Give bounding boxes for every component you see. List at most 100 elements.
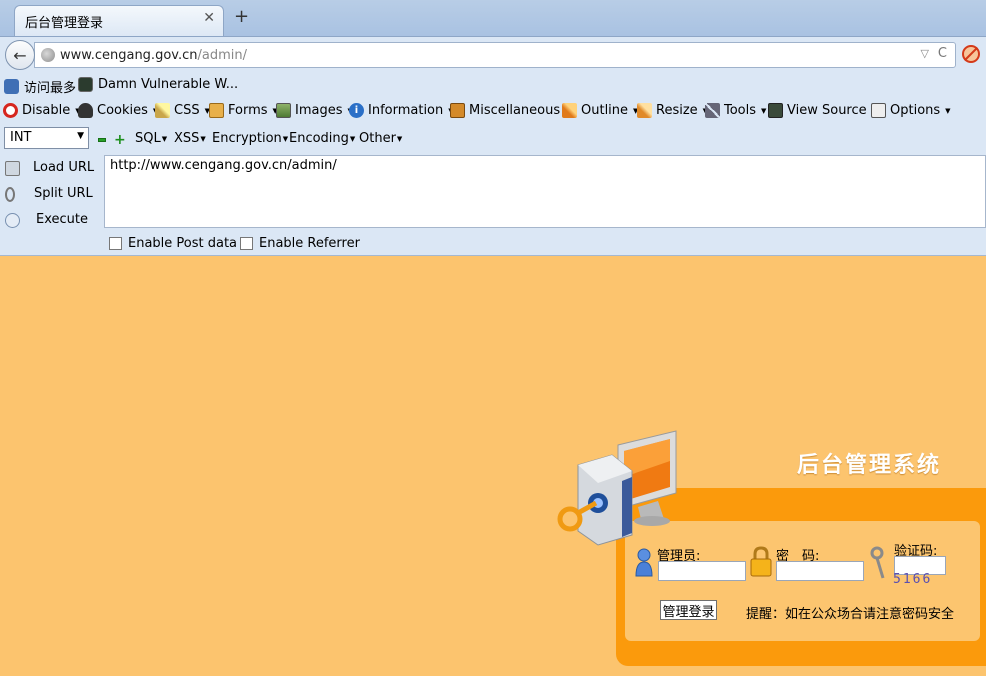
- checkbox-label: Enable Post data: [128, 236, 238, 251]
- menu-label: Images: [295, 103, 343, 118]
- disable-icon: [3, 103, 18, 118]
- nav-bar: www.cengang.gov.cn/admin/ ▽ C ←: [0, 36, 986, 72]
- most-visited-icon: [4, 79, 19, 94]
- menu-view-source[interactable]: View Source▼: [768, 103, 877, 118]
- menu-resize[interactable]: Resize▼: [637, 103, 708, 118]
- menu-other[interactable]: Other▼: [359, 131, 402, 146]
- menu-label: View Source: [787, 103, 867, 118]
- menu-miscellaneous[interactable]: Miscellaneous▼: [450, 103, 571, 118]
- menu-label: Miscellaneous: [469, 103, 561, 118]
- noscript-icon[interactable]: [962, 45, 980, 63]
- menu-label: Cookies: [97, 103, 148, 118]
- menu-encryption[interactable]: Encryption▼: [212, 131, 288, 146]
- outline-icon: [562, 103, 577, 118]
- hackbar-url-value: http://www.cengang.gov.cn/admin/: [110, 158, 337, 173]
- password-input[interactable]: [776, 561, 864, 581]
- system-title: 后台管理系统: [797, 453, 942, 478]
- menu-label: CSS: [174, 103, 200, 118]
- tools-icon: [705, 103, 720, 118]
- menu-encoding[interactable]: Encoding▼: [289, 131, 355, 146]
- load-url-button[interactable]: Load URL: [0, 159, 100, 177]
- menu-label: Information: [368, 103, 444, 118]
- menu-label: Disable: [22, 103, 71, 118]
- url-path: /admin/: [197, 48, 247, 63]
- type-select[interactable]: INT ▼: [4, 127, 89, 149]
- menu-images[interactable]: Images▼: [276, 103, 353, 118]
- security-tip: 提醒：如在公众场合请注意密码安全: [746, 607, 955, 622]
- hackbar-panel: Load URL Split URL Execute http://www.ce…: [0, 155, 986, 256]
- forms-icon: [209, 103, 224, 118]
- back-arrow-icon: ←: [13, 45, 27, 65]
- tab-strip: 后台管理登录 ✕ +: [0, 0, 986, 36]
- split-url-label: Split URL: [34, 186, 93, 201]
- url-history-dropdown-icon[interactable]: ▽: [921, 47, 929, 60]
- menu-forms[interactable]: Forms▼: [209, 103, 278, 118]
- web-developer-toolbar: Disable▼ Cookies▼ CSS▼ Forms▼ Images▼ i …: [0, 98, 986, 125]
- menu-disable[interactable]: Disable▼: [3, 103, 81, 118]
- lock-monitor-illustration: [557, 430, 677, 546]
- menu-encoding-label: Encoding: [289, 131, 349, 146]
- user-icon: [635, 548, 653, 577]
- menu-xss-label: XSS: [174, 131, 200, 146]
- url-host: www.cengang.gov.cn: [60, 48, 198, 63]
- decrease-icon[interactable]: [98, 138, 106, 142]
- increase-icon[interactable]: +: [114, 133, 126, 147]
- tab-admin-login[interactable]: 后台管理登录 ✕: [14, 5, 224, 36]
- menu-outline[interactable]: Outline ▼: [562, 103, 638, 118]
- bookmark-most-visited[interactable]: 访问最多: [4, 77, 76, 96]
- menu-tools[interactable]: Tools ▼: [705, 103, 766, 118]
- load-url-label: Load URL: [33, 160, 95, 175]
- menu-label: Options: [890, 103, 941, 118]
- menu-label: Tools: [724, 103, 757, 118]
- close-tab-icon[interactable]: ✕: [203, 10, 215, 26]
- miscellaneous-icon: [450, 103, 465, 118]
- information-icon: i: [349, 103, 364, 118]
- menu-sql[interactable]: SQL▼: [135, 131, 167, 146]
- captcha-image[interactable]: 5166: [893, 572, 932, 587]
- bookmark-label: 访问最多: [24, 81, 77, 96]
- view-source-icon: [768, 103, 783, 118]
- menu-cookies[interactable]: Cookies▼: [78, 103, 158, 118]
- back-button[interactable]: ←: [5, 40, 35, 70]
- resize-icon: [637, 103, 652, 118]
- css-icon: [155, 103, 170, 118]
- menu-css[interactable]: CSS ▼: [155, 103, 210, 118]
- admin-input[interactable]: [658, 561, 746, 581]
- padlock-icon: [750, 546, 772, 577]
- hackbar-url-textarea[interactable]: http://www.cengang.gov.cn/admin/: [104, 155, 986, 228]
- enable-referrer-checkbox[interactable]: Enable Referrer: [240, 236, 360, 251]
- menu-information[interactable]: i Information▼: [349, 103, 454, 118]
- scissors-icon: [5, 186, 15, 202]
- type-select-value: INT: [10, 130, 32, 145]
- bookmark-label: Damn Vulnerable W...: [98, 77, 239, 92]
- login-button[interactable]: 管理登录: [660, 600, 717, 620]
- bookmark-dvwa[interactable]: Damn Vulnerable W...: [78, 77, 238, 92]
- menu-encryption-label: Encryption: [212, 131, 282, 146]
- enable-post-checkbox[interactable]: Enable Post data: [109, 236, 237, 251]
- key-icon: [870, 546, 885, 579]
- images-icon: [276, 103, 291, 118]
- split-url-button[interactable]: Split URL: [0, 185, 100, 203]
- checkbox-box: [240, 237, 253, 250]
- execute-icon: [5, 212, 20, 228]
- chevron-down-icon: ▼: [77, 131, 84, 141]
- menu-sql-label: SQL: [135, 131, 161, 146]
- load-url-icon: [5, 160, 20, 176]
- options-icon: [871, 103, 886, 118]
- menu-label: Resize: [656, 103, 698, 118]
- address-bar[interactable]: www.cengang.gov.cn/admin/ ▽ C: [34, 42, 956, 68]
- checkbox-box: [109, 237, 122, 250]
- hackbar-toolbar: INT ▼ + SQL▼ XSS▼ Encryption▼ Encoding▼ …: [0, 125, 986, 155]
- reload-icon[interactable]: C: [938, 46, 947, 61]
- menu-xss[interactable]: XSS▼: [174, 131, 206, 146]
- execute-button[interactable]: Execute: [0, 211, 100, 229]
- address-text: www.cengang.gov.cn/admin/: [60, 48, 247, 63]
- menu-options[interactable]: Options ▼: [871, 103, 951, 118]
- menu-label: Outline: [581, 103, 629, 118]
- new-tab-button[interactable]: +: [234, 6, 249, 27]
- dvwa-icon: [78, 77, 93, 92]
- globe-icon: [41, 48, 55, 62]
- menu-label: Forms: [228, 103, 268, 118]
- checkbox-label: Enable Referrer: [259, 236, 360, 251]
- cookies-icon: [78, 103, 93, 118]
